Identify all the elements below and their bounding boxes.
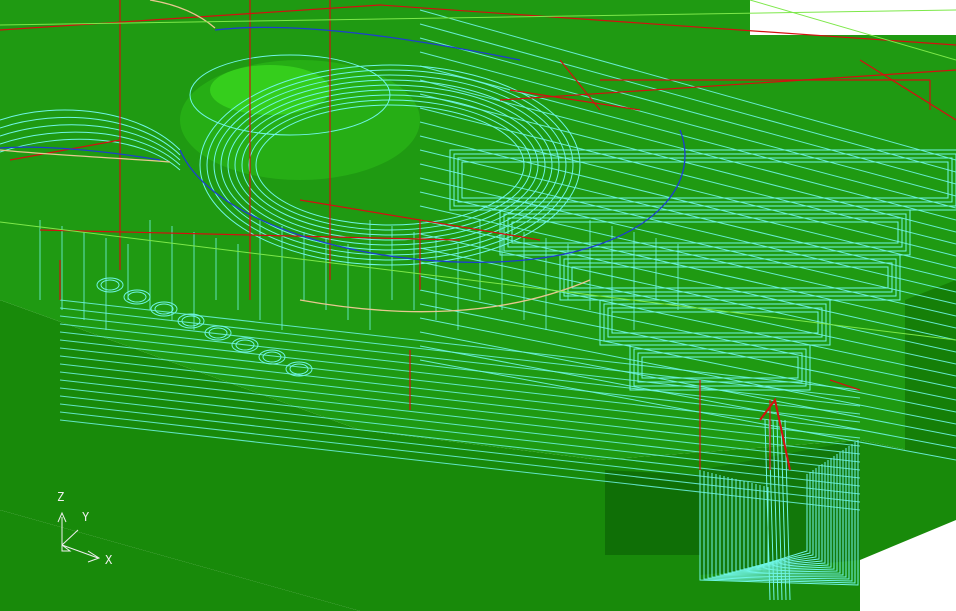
x-axis-label: X xyxy=(105,553,113,567)
cam-3d-viewport[interactable]: Z Y X xyxy=(0,0,956,611)
y-axis-label: Y xyxy=(82,510,90,524)
viewport-canvas[interactable]: Z Y X xyxy=(0,0,956,611)
right-wall-face xyxy=(905,280,956,460)
z-axis-label: Z xyxy=(57,490,64,504)
